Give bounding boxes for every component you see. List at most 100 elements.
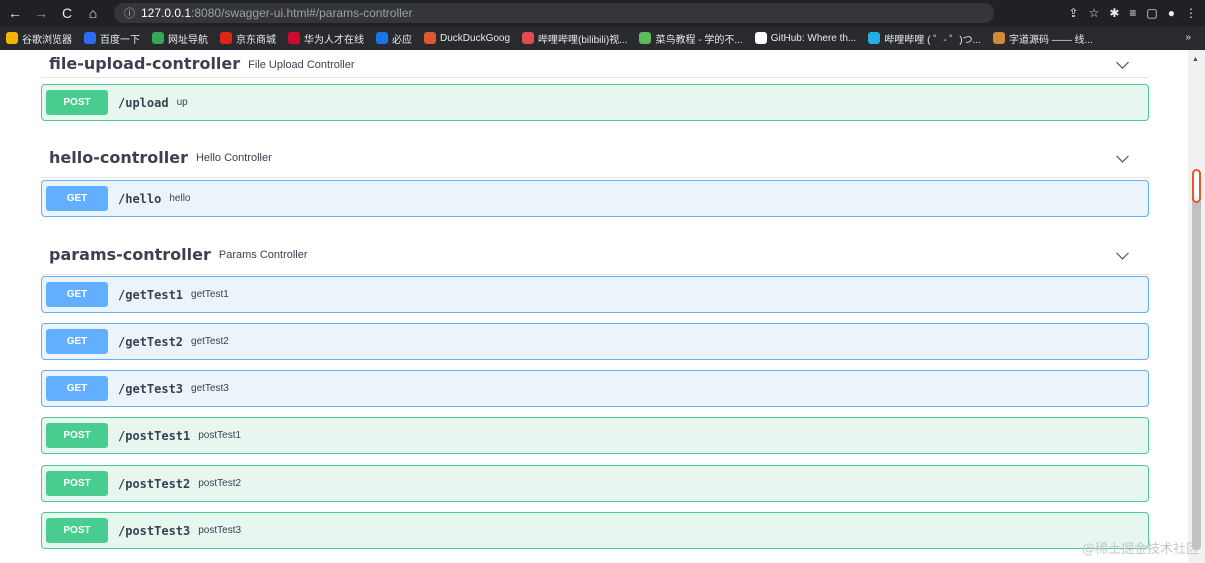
github-icon [754,32,767,44]
operation-getTest1[interactable]: GET/getTest1 getTest1 [41,276,1149,313]
bookmark-item[interactable]: 京东商城 [220,31,276,46]
bookmark-item[interactable]: 必应 [376,31,412,46]
swagger-page: file-upload-controller File Upload Contro… [0,50,1188,563]
side-panel-icon[interactable]: ▢ [1146,6,1157,20]
url-path: :8080/swagger-ui.html#/params-controller [191,6,413,20]
operation-getTest2[interactable]: GET/getTest2 getTest2 [41,323,1149,360]
scroll-position-marker [1192,169,1201,203]
bookmark-label: 京东商城 [236,34,276,46]
bookmark-item[interactable]: 百度一下 [84,31,140,46]
operation-summary: getTest1 [191,289,229,300]
bookmark-label: 字道源码 —— 线... [1008,34,1093,46]
operation-path: /postTest3 [118,523,191,538]
duck-icon [424,32,436,44]
bookmark-label: 谷歌浏览器 [22,34,72,46]
bookmark-label: 菜鸟教程 - 学的不... [655,34,743,46]
method-badge-get: GET [46,376,108,401]
operation-postTest2[interactable]: POST/postTest2 postTest2 [41,465,1149,502]
search-icon [376,32,388,44]
method-badge-get: GET [46,329,108,354]
bookmark-item[interactable]: 谷歌浏览器 [6,31,72,46]
url-host: 127.0.0.1 [141,6,192,20]
operation-path: /getTest1 [118,287,184,302]
avatar-icon [992,32,1005,44]
operation-postTest3[interactable]: POST/postTest3 postTest3 [41,512,1149,549]
extensions-icon[interactable]: ✱ [1109,6,1119,20]
huawei-icon [288,32,300,44]
bookmark-item[interactable]: 华为人才在线 [288,31,364,46]
section-title: file-upload-controller [49,54,241,73]
bookmark-item[interactable]: 菜鸟教程 - 学的不... [639,31,743,46]
bookmark-label: 哔哩哔哩(bilibili)视... [538,34,628,46]
jd-icon [220,32,232,44]
operation-summary: getTest3 [191,383,229,394]
operation-hello[interactable]: GET/hello hello [41,180,1149,217]
operation-path: /postTest1 [118,428,191,443]
chevron-down-icon[interactable] [1116,149,1129,163]
reading-list-icon[interactable]: ≡ [1129,6,1136,20]
section-header-file-upload-controller[interactable]: file-upload-controller File Upload Contro… [41,50,1149,78]
site-info-icon[interactable]: ⓘ [124,5,135,21]
section-description: File Upload Controller [248,59,355,71]
bookmark-item[interactable]: 字道源码 —— 线... [992,31,1093,46]
menu-icon[interactable]: ⋮ [1185,6,1197,20]
bookmark-label: GitHub: Where th... [770,32,857,44]
bookmark-label: DuckDuckGoog [440,32,511,44]
method-badge-post: POST [46,518,108,543]
bilibili-tv-icon [868,32,881,44]
method-badge-get: GET [46,282,108,307]
method-badge-get: GET [46,186,108,211]
watermark: @稀土掘金技术社区 [1081,542,1199,557]
scroll-up-icon[interactable]: ▲ [1192,56,1199,63]
baidu-icon [84,32,96,44]
bookmark-item[interactable]: 哔哩哔哩(bilibili)视... [522,31,627,46]
chevron-down-icon[interactable] [1116,246,1129,260]
bookmark-item[interactable]: DuckDuckGoog [424,32,510,44]
operation-path: /upload [118,95,169,110]
home-icon [152,32,164,44]
method-badge-post: POST [46,423,108,448]
bookmark-label: 网址导航 [168,34,208,46]
bookmark-star-icon[interactable]: ☆ [1089,6,1100,20]
chrome-icon [6,32,18,44]
bookmark-label: 哔哩哔哩 ( ゜- ゜)つ... [884,34,981,46]
scrollbar-thumb[interactable] [1192,193,1201,550]
bookmark-item[interactable]: 哔哩哔哩 ( ゜- ゜)つ... [868,31,981,46]
address-bar[interactable]: ⓘ 127.0.0.1:8080/swagger-ui.html#/params… [114,3,994,23]
vertical-scrollbar[interactable]: ▲ [1188,50,1205,563]
bookmark-item[interactable]: GitHub: Where th... [754,32,857,44]
chevron-down-icon[interactable] [1116,56,1129,69]
operation-summary: postTest3 [198,525,242,536]
operation-postTest1[interactable]: POST/postTest1 postTest1 [41,417,1149,454]
browser-toolbar: ← → C ⌂ ⓘ 127.0.0.1:8080/swagger-ui.html… [0,0,1205,26]
section-title: params-controller [49,245,211,264]
section-description: Hello Controller [195,151,272,164]
bookmark-label: 必应 [392,34,412,46]
reload-icon[interactable]: C [56,2,78,24]
forward-icon[interactable]: → [30,2,52,24]
method-badge-post: POST [46,90,108,115]
operation-path: /getTest3 [118,381,184,396]
bookmark-item[interactable]: 网址导航 [152,31,208,46]
operation-summary: getTest2 [191,336,229,347]
operation-summary: postTest2 [198,478,242,489]
operation-summary: hello [169,193,191,204]
bookmarks-bar: 谷歌浏览器 百度一下 网址导航 京东商城 华为人才在线 必应 DuckDuckGoog 哔哩哔… [0,26,1205,50]
runoob-icon [639,32,652,44]
method-badge-post: POST [46,471,108,496]
section-header-params-controller[interactable]: params-controller Params Controller [41,235,1149,275]
back-icon[interactable]: ← [4,2,26,24]
section-description: Params Controller [218,248,308,261]
operation-getTest3[interactable]: GET/getTest3 getTest3 [41,370,1149,407]
bookmark-label: 百度一下 [100,34,140,46]
bookmarks-overflow-icon[interactable]: » [1185,32,1191,43]
operation-upload[interactable]: POST/upload up [41,84,1149,121]
bookmark-label: 华为人才在线 [304,34,364,46]
share-icon[interactable]: ⇪ [1069,6,1079,20]
section-title: hello-controller [49,148,188,167]
profile-icon[interactable]: ● [1168,6,1175,20]
home-icon[interactable]: ⌂ [82,2,104,24]
operation-path: /hello [118,191,162,206]
bilibili-icon [522,32,535,44]
section-header-hello-controller[interactable]: hello-controller Hello Controller [41,138,1149,178]
